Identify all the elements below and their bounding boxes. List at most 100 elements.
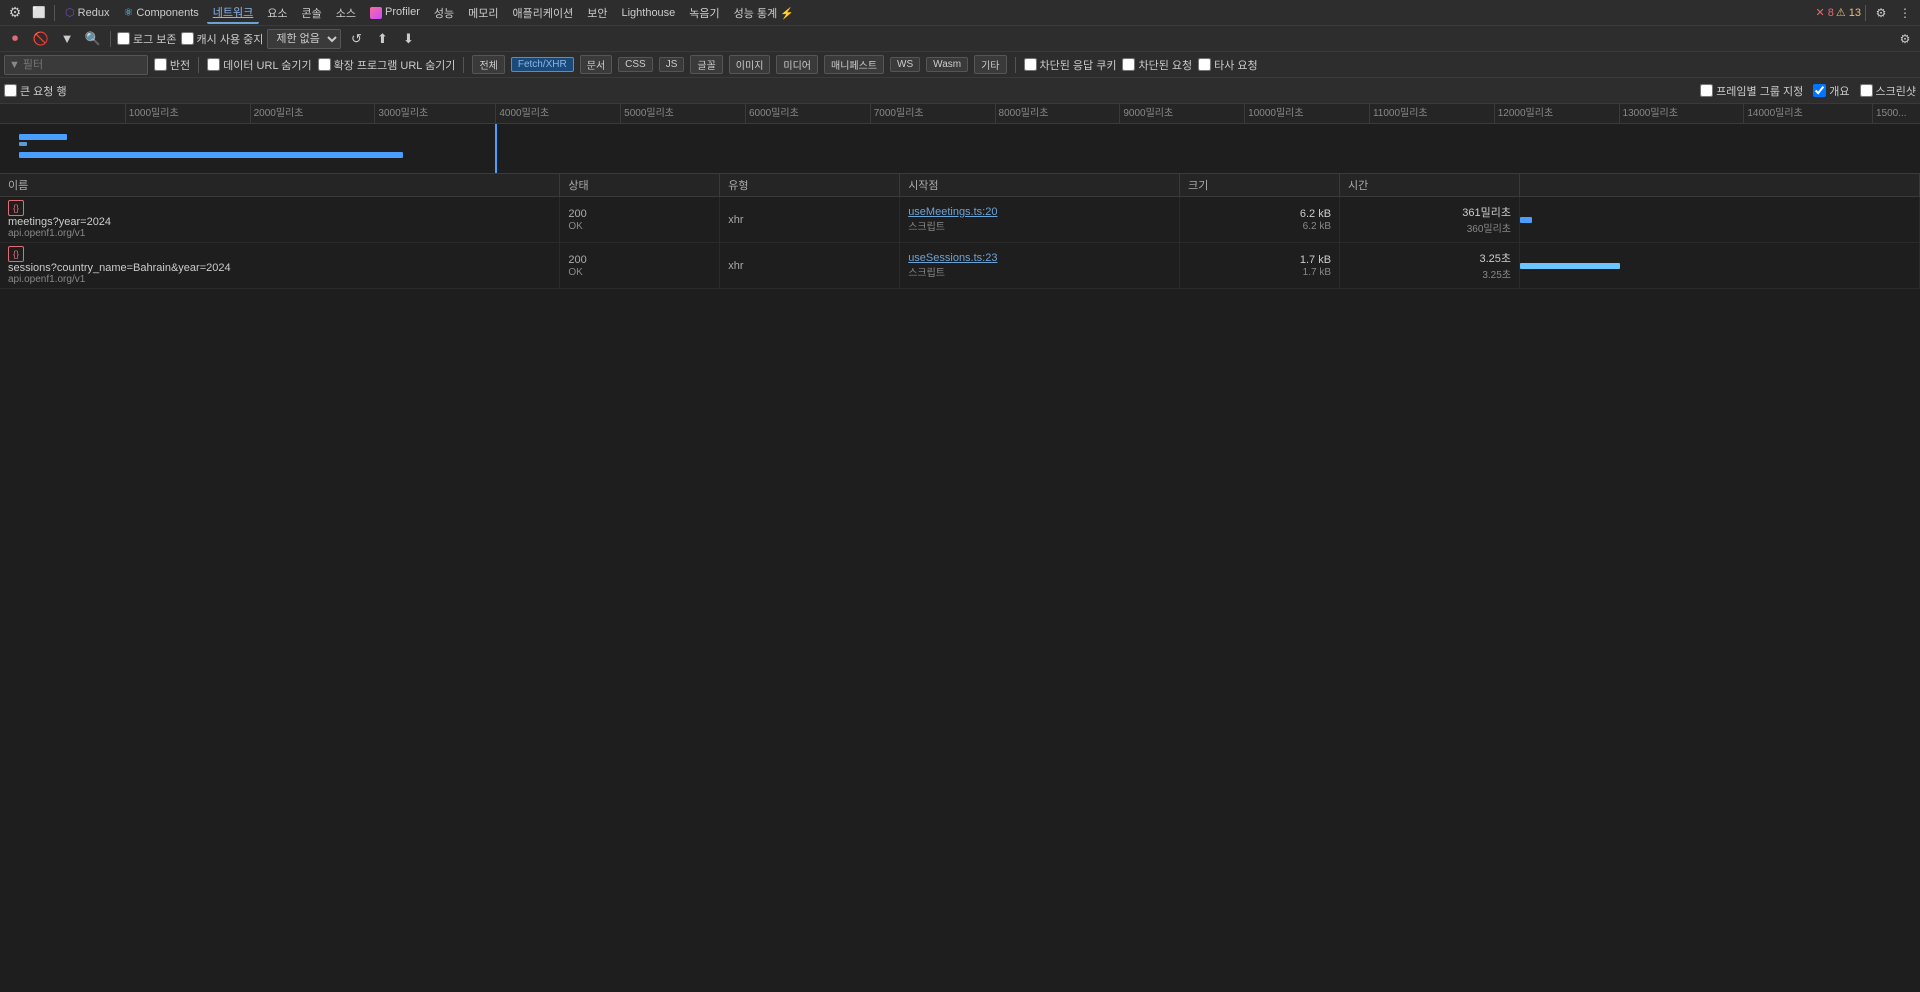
- log-preserve-label[interactable]: 로그 보존: [117, 31, 177, 47]
- ext-program-checkbox[interactable]: [318, 58, 331, 71]
- col-size[interactable]: 크기: [1180, 174, 1340, 197]
- row-icon: {}: [8, 246, 24, 262]
- tab-performance[interactable]: 성능: [428, 3, 460, 23]
- more-icon[interactable]: ⋮: [1894, 2, 1916, 24]
- ruler-tick: 10000밀리초: [1244, 104, 1303, 123]
- tab-perf-stats[interactable]: 성능 통계 ⚡: [728, 3, 800, 23]
- ruler-tick: 12000밀리초: [1494, 104, 1553, 123]
- ruler-tick: 9000밀리초: [1119, 104, 1173, 123]
- options-right: 프레임별 그룹 지정 개요 스크린샷: [1700, 83, 1916, 99]
- table-row[interactable]: {} sessions?country_name=Bahrain&year=20…: [0, 243, 1920, 289]
- group-by-frame-label[interactable]: 프레임별 그룹 지정: [1700, 83, 1803, 99]
- cell-name: {} sessions?country_name=Bahrain&year=20…: [0, 243, 560, 289]
- blocked-cookies-label[interactable]: 차단된 응답 쿠키: [1024, 57, 1117, 73]
- tab-sources[interactable]: 소스: [330, 3, 362, 23]
- third-party-checkbox[interactable]: [1198, 58, 1211, 71]
- filter-toggle-button[interactable]: ▼: [56, 28, 78, 50]
- filter-css[interactable]: CSS: [618, 57, 653, 72]
- tab-memory[interactable]: 메모리: [462, 3, 504, 23]
- sep1: [54, 5, 55, 21]
- blocked-requests-label[interactable]: 차단된 요청: [1122, 57, 1192, 73]
- col-time[interactable]: 시간: [1340, 174, 1520, 197]
- filter-other[interactable]: 기타: [974, 55, 1006, 74]
- network-table: 이름 상태 유형 시작점 크기 시간 {} meetings?year=2024…: [0, 174, 1920, 289]
- tab-redux[interactable]: ⬡ Redux: [59, 4, 115, 21]
- cache-disable-label[interactable]: 캐시 사용 중지: [181, 31, 264, 47]
- screenshots-checkbox[interactable]: [1860, 84, 1873, 97]
- initiator-link[interactable]: useSessions.ts:23: [908, 252, 997, 264]
- tab-network[interactable]: 네트워크: [207, 2, 259, 24]
- filter-image[interactable]: 이미지: [729, 55, 771, 74]
- filter-js[interactable]: JS: [659, 57, 685, 72]
- invert-label[interactable]: 반전: [154, 57, 190, 73]
- col-status[interactable]: 상태: [560, 174, 720, 197]
- export-button[interactable]: ⬇: [397, 28, 419, 50]
- filter-wasm[interactable]: Wasm: [926, 57, 968, 72]
- blocked-cookies-checkbox[interactable]: [1024, 58, 1037, 71]
- ruler-tick: 6000밀리초: [745, 104, 799, 123]
- cache-disable-checkbox[interactable]: [181, 32, 194, 45]
- settings-icon[interactable]: ⚙: [1870, 2, 1892, 24]
- record-button[interactable]: ⏺: [4, 28, 26, 50]
- table-row[interactable]: {} meetings?year=2024 api.openf1.org/v1 …: [0, 197, 1920, 243]
- overview-label[interactable]: 개요: [1813, 83, 1849, 99]
- filter-doc[interactable]: 문서: [580, 55, 612, 74]
- tab-components[interactable]: ⚛ Components: [117, 4, 204, 21]
- ruler-tick: 4000밀리초: [495, 104, 549, 123]
- tab-application[interactable]: 애플리케이션: [506, 3, 579, 23]
- table-header-row: 이름 상태 유형 시작점 크기 시간: [0, 174, 1920, 197]
- col-waterfall[interactable]: [1520, 174, 1920, 197]
- filter-font[interactable]: 글꼴: [690, 55, 722, 74]
- cell-time: 361밀리초 360밀리초: [1340, 197, 1520, 243]
- timeline-bars[interactable]: [0, 124, 1920, 174]
- filter-bar: ▼ 반전 데이터 URL 숨기기 확장 프로그램 URL 숨기기 전체 Fetc…: [0, 52, 1920, 78]
- col-type[interactable]: 유형: [720, 174, 900, 197]
- screenshots-label[interactable]: 스크린샷: [1860, 83, 1916, 99]
- ruler-tick: 1000밀리초: [125, 104, 179, 123]
- cell-size: 1.7 kB 1.7 kB: [1180, 243, 1340, 289]
- filter-input[interactable]: [23, 59, 143, 71]
- col-name[interactable]: 이름: [0, 174, 560, 197]
- sep6: [1015, 57, 1016, 73]
- ruler-tick: 14000밀리초: [1743, 104, 1802, 123]
- col-initiator[interactable]: 시작점: [900, 174, 1180, 197]
- tab-console[interactable]: 콘솔: [296, 3, 328, 23]
- tab-elements[interactable]: 요소: [261, 3, 293, 23]
- filter-manifest[interactable]: 매니페스트: [824, 55, 884, 74]
- tab-bar: ⚙ ⬜ ⬡ Redux ⚛ Components 네트워크 요소 콘솔 소스 P…: [0, 0, 1920, 26]
- timeline[interactable]: 1000밀리초2000밀리초3000밀리초4000밀리초5000밀리초6000밀…: [0, 104, 1920, 174]
- refresh-icon[interactable]: ↺: [345, 28, 367, 50]
- import-button[interactable]: ⬆: [371, 28, 393, 50]
- filter-ws[interactable]: WS: [890, 57, 920, 72]
- large-rows-checkbox[interactable]: [4, 84, 17, 97]
- tab-recorder[interactable]: 녹음기: [683, 3, 725, 23]
- tab-profiler[interactable]: Profiler: [364, 4, 426, 20]
- filter-all[interactable]: 전체: [472, 55, 504, 74]
- request-name: meetings?year=2024: [8, 216, 551, 228]
- initiator-link[interactable]: useMeetings.ts:20: [908, 206, 997, 218]
- cell-type: xhr: [720, 197, 900, 243]
- network-table-container[interactable]: 이름 상태 유형 시작점 크기 시간 {} meetings?year=2024…: [0, 174, 1920, 966]
- clear-button[interactable]: 🚫: [30, 28, 52, 50]
- sep4: [198, 57, 199, 73]
- throttle-select[interactable]: 제한 없음: [267, 29, 341, 49]
- invert-checkbox[interactable]: [154, 58, 167, 71]
- tab-lighthouse[interactable]: Lighthouse: [615, 5, 681, 21]
- devtools-icon2[interactable]: ⬜: [28, 2, 50, 24]
- data-url-checkbox[interactable]: [207, 58, 220, 71]
- search-button[interactable]: 🔍: [82, 28, 104, 50]
- group-by-frame-checkbox[interactable]: [1700, 84, 1713, 97]
- sep5: [463, 57, 464, 73]
- tab-security[interactable]: 보안: [581, 3, 613, 23]
- filter-fetch-xhr[interactable]: Fetch/XHR: [511, 57, 574, 72]
- filter-media[interactable]: 미디어: [776, 55, 818, 74]
- large-rows-label[interactable]: 큰 요청 행: [4, 83, 67, 99]
- overview-checkbox[interactable]: [1813, 84, 1826, 97]
- data-url-label[interactable]: 데이터 URL 숨기기: [207, 57, 311, 73]
- log-preserve-checkbox[interactable]: [117, 32, 130, 45]
- third-party-label[interactable]: 타사 요청: [1198, 57, 1258, 73]
- ext-program-label[interactable]: 확장 프로그램 URL 숨기기: [318, 57, 456, 73]
- devtools-icon1[interactable]: ⚙: [4, 2, 26, 24]
- network-settings-icon[interactable]: ⚙: [1894, 28, 1916, 50]
- blocked-requests-checkbox[interactable]: [1122, 58, 1135, 71]
